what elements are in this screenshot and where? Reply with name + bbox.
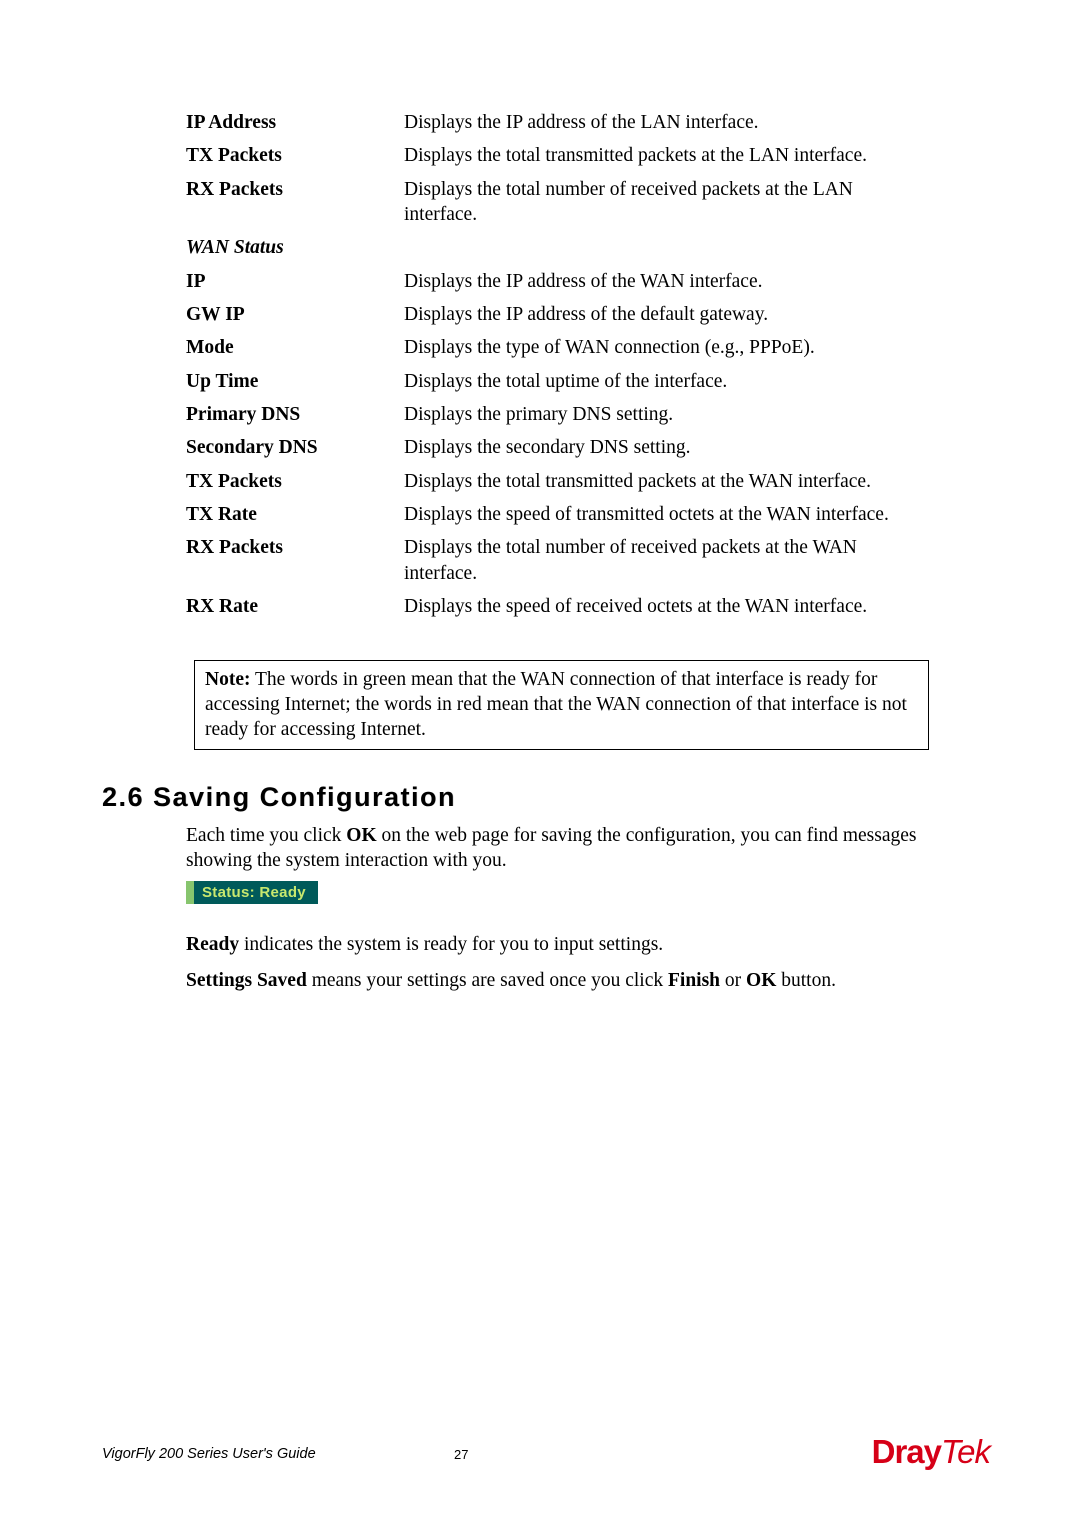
table-row: TX Packets Displays the total transmitte… (186, 139, 930, 172)
table-row-section: WAN Status (186, 231, 930, 264)
paragraph: Settings Saved means your settings are s… (186, 968, 930, 993)
description: Displays the primary DNS setting. (404, 398, 930, 431)
description: Displays the IP address of the default g… (404, 298, 930, 331)
footer-guide-title: VigorFly 200 Series User's Guide (102, 1446, 316, 1462)
table-row: RX Packets Displays the total number of … (186, 531, 930, 590)
page-content: IP Address Displays the IP address of th… (186, 106, 930, 993)
term: TX Rate (186, 498, 404, 531)
description: Displays the total uptime of the interfa… (404, 365, 930, 398)
description: Displays the total number of received pa… (404, 531, 930, 590)
paragraph: Each time you click OK on the web page f… (186, 823, 930, 874)
note-box: Note: The words in green mean that the W… (194, 660, 929, 750)
paragraph: Ready indicates the system is ready for … (186, 932, 930, 957)
note-text: The words in green mean that the WAN con… (205, 669, 907, 741)
text: or (720, 970, 746, 991)
table-row: Primary DNS Displays the primary DNS set… (186, 398, 930, 431)
term: Primary DNS (186, 398, 404, 431)
bold-text: Ready (186, 934, 239, 955)
term: Secondary DNS (186, 431, 404, 464)
table-row: IP Displays the IP address of the WAN in… (186, 265, 930, 298)
description (404, 231, 930, 264)
description: Displays the total transmitted packets a… (404, 139, 930, 172)
text: means your settings are saved once you c… (307, 970, 668, 991)
table-row: TX Rate Displays the speed of transmitte… (186, 498, 930, 531)
term: IP Address (186, 106, 404, 139)
draytek-logo: DrayTek (872, 1433, 990, 1471)
description: Displays the total number of received pa… (404, 173, 930, 232)
description: Displays the type of WAN connection (e.g… (404, 331, 930, 364)
logo-text-tek: Tek (941, 1433, 990, 1470)
bold-text: OK (746, 970, 776, 991)
term: RX Packets (186, 173, 404, 232)
description: Displays the IP address of the LAN inter… (404, 106, 930, 139)
text: Each time you click (186, 825, 346, 846)
definitions-table: IP Address Displays the IP address of th… (186, 106, 930, 624)
bold-text: Finish (668, 970, 720, 991)
note-label: Note: (205, 669, 250, 690)
text: indicates the system is ready for you to… (239, 934, 663, 955)
term: RX Rate (186, 590, 404, 623)
logo-text-dray: Dray (872, 1433, 941, 1470)
status-ready-image: Status: Ready (186, 881, 318, 904)
table-row: TX Packets Displays the total transmitte… (186, 465, 930, 498)
term: Mode (186, 331, 404, 364)
section-heading: 2.6 Saving Configuration (102, 782, 930, 813)
term: Up Time (186, 365, 404, 398)
table-row: Mode Displays the type of WAN connection… (186, 331, 930, 364)
footer-page-number: 27 (454, 1447, 468, 1462)
table-row: Up Time Displays the total uptime of the… (186, 365, 930, 398)
table-row: RX Packets Displays the total number of … (186, 173, 930, 232)
description: Displays the speed of transmitted octets… (404, 498, 930, 531)
term: RX Packets (186, 531, 404, 590)
description: Displays the IP address of the WAN inter… (404, 265, 930, 298)
term: IP (186, 265, 404, 298)
table-row: RX Rate Displays the speed of received o… (186, 590, 930, 623)
description: Displays the total transmitted packets a… (404, 465, 930, 498)
table-row: GW IP Displays the IP address of the def… (186, 298, 930, 331)
text: button. (776, 970, 836, 991)
term: GW IP (186, 298, 404, 331)
table-row: Secondary DNS Displays the secondary DNS… (186, 431, 930, 464)
bold-text: OK (346, 825, 376, 846)
term: TX Packets (186, 465, 404, 498)
term: TX Packets (186, 139, 404, 172)
table-row: IP Address Displays the IP address of th… (186, 106, 930, 139)
description: Displays the secondary DNS setting. (404, 431, 930, 464)
section-label: WAN Status (186, 231, 404, 264)
description: Displays the speed of received octets at… (404, 590, 930, 623)
bold-text: Settings Saved (186, 970, 307, 991)
